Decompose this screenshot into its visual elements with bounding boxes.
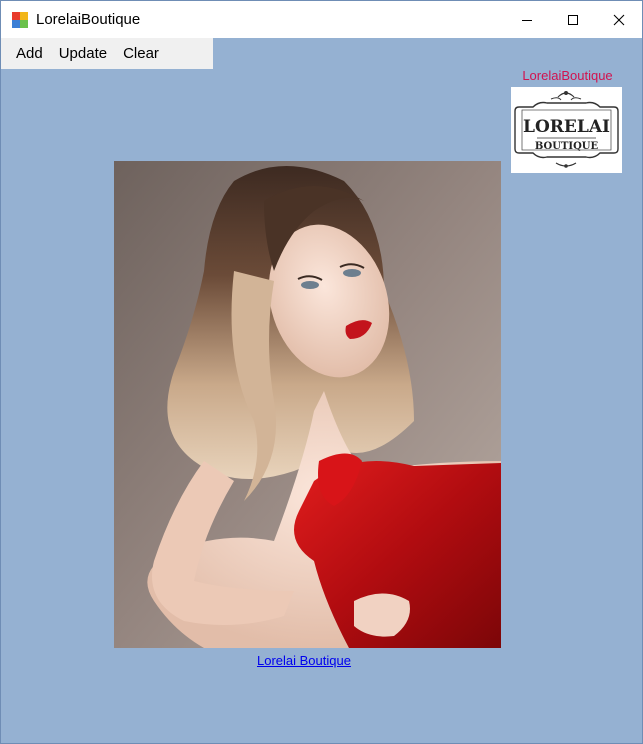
boutique-logo: LORELAI BOUTIQUE [511, 87, 622, 173]
close-button[interactable] [596, 1, 642, 38]
window-controls [504, 1, 642, 38]
footer-link[interactable]: Lorelai Boutique [257, 653, 351, 668]
window-title: LorelaiBoutique [36, 11, 141, 28]
title-bar[interactable]: LorelaiBoutique [1, 1, 642, 38]
menu-add[interactable]: Add [1, 38, 51, 69]
maximize-button[interactable] [550, 1, 596, 38]
menu-strip: Add Update Clear [1, 38, 213, 69]
minimize-icon [522, 19, 532, 21]
brand-label: LorelaiBoutique [522, 68, 613, 83]
close-icon [613, 14, 625, 25]
maximize-icon [568, 14, 578, 25]
logo-sub-text: BOUTIQUE [535, 141, 599, 152]
model-red-dress-photo [114, 161, 501, 648]
menu-clear[interactable]: Clear [115, 38, 167, 69]
menu-update[interactable]: Update [51, 38, 115, 69]
windows-form-icon [12, 11, 28, 28]
main-window: LorelaiBoutique Add Update Clear Lorelai… [0, 0, 643, 744]
logo-main-text: LORELAI [523, 117, 610, 137]
minimize-button[interactable] [504, 1, 550, 38]
